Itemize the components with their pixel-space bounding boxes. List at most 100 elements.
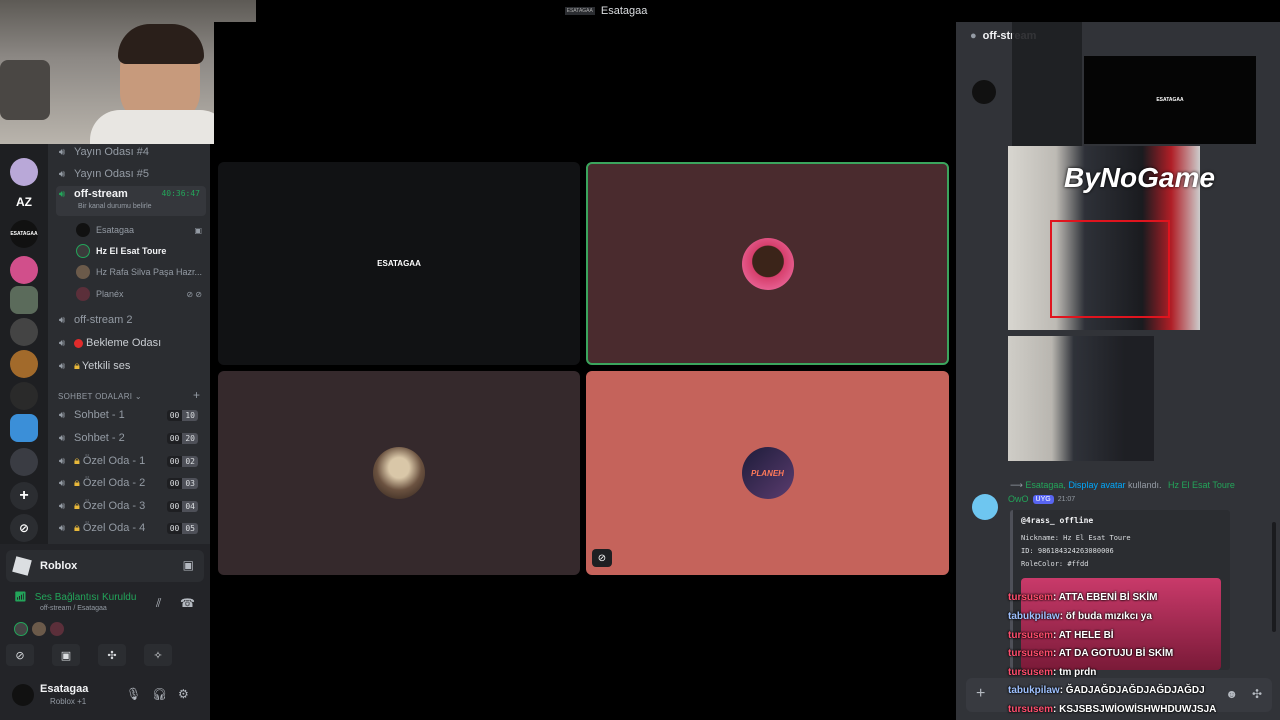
- tile-label: ESATAGAA: [377, 259, 421, 268]
- voice-status-label: Ses Bağlantısı Kuruldu: [34, 592, 137, 603]
- category-header[interactable]: SOHBET ODALARI ⌄: [58, 392, 142, 401]
- video-tile[interactable]: [218, 371, 580, 575]
- channel-label: Yetkili ses: [81, 360, 131, 372]
- speaker-icon: 🔊︎: [58, 477, 66, 489]
- server-icon[interactable]: [10, 382, 38, 410]
- voice-member[interactable]: Hz El Esat Toure: [76, 241, 206, 261]
- system-user[interactable]: Esatagaa,: [1025, 480, 1068, 490]
- server-icon[interactable]: [10, 414, 38, 442]
- video-tile-speaking[interactable]: [586, 162, 949, 365]
- channel-off-stream[interactable]: 🔊︎ off-stream 40:36:47 Bir kanal durumu …: [56, 186, 206, 216]
- voice-member[interactable]: Hz Rafa Silva Paşa Hazr...: [76, 262, 206, 282]
- room-label: Özel Oda - 2: [82, 477, 146, 489]
- server-icon[interactable]: [10, 256, 38, 284]
- room-sohbet-2[interactable]: 🔊︎ Sohbet - 2 00 20: [56, 428, 206, 448]
- room-ozel-1[interactable]: 🔊︎ 🔒︎ Özel Oda - 1 00 02: [56, 451, 206, 471]
- stream-chat-line: tursusem: ATTA EBENİ Bİ SKİM: [1008, 592, 1158, 603]
- user-counter: 00 03: [166, 477, 198, 489]
- camera-off-button[interactable]: ⊘: [6, 644, 34, 666]
- member-name: Planéx: [96, 289, 124, 299]
- apps-icon[interactable]: ✣: [1252, 687, 1262, 701]
- stream-chat-line: tabukpilaw: öf buda mızıkcı ya: [1008, 611, 1152, 622]
- noise-suppression-icon[interactable]: ⫽: [156, 596, 161, 611]
- embed-body: Nickname: Hz El Esat Toure ID: 986184324…: [1021, 532, 1131, 571]
- channel-label: Yayın Odası #4: [74, 146, 150, 158]
- room-sohbet-1[interactable]: 🔊︎ Sohbet - 1 00 10: [56, 405, 206, 425]
- server-az[interactable]: AZ: [10, 188, 38, 216]
- channel-yayin-5[interactable]: 🔊︎ Yayın Odası #5: [56, 164, 206, 184]
- channel-yetkili[interactable]: 🔊︎ 🔒︎ Yetkili ses: [56, 356, 206, 376]
- embed-line: ID: 986184324263080006: [1021, 547, 1114, 555]
- channel-timer: 40:36:47: [161, 189, 200, 198]
- titlebar-server-badge: ESATAGAA: [564, 7, 595, 15]
- speaker-icon: 🔊︎: [58, 409, 66, 421]
- soundboard-button[interactable]: ✧: [144, 644, 172, 666]
- discover-icon[interactable]: ⊘: [10, 514, 38, 542]
- channel-yayin-4[interactable]: 🔊︎ Yayın Odası #4: [56, 144, 206, 162]
- red-dot-icon: [74, 338, 83, 348]
- room-ozel-3[interactable]: 🔊︎ 🔒︎ Özel Oda - 3 00 04: [56, 496, 206, 516]
- server-icon[interactable]: [10, 286, 38, 314]
- channel-off-stream-2[interactable]: 🔊︎ off-stream 2: [56, 310, 206, 330]
- room-ozel-4[interactable]: 🔊︎ 🔒︎ Özel Oda - 4 00 05: [56, 518, 206, 538]
- server-esatagaa[interactable]: ESATAGAA: [10, 220, 38, 248]
- headphones-icon[interactable]: 🎧︎: [152, 687, 167, 701]
- disconnect-icon[interactable]: ☎︎: [180, 596, 195, 610]
- embed-title: @4rass_ offline: [1021, 516, 1094, 525]
- add-attachment-icon[interactable]: +: [976, 685, 985, 703]
- voice-controls: ⊘ ▣ ✣ ✧: [6, 644, 172, 666]
- avatar[interactable]: [972, 494, 998, 520]
- stream-chat-line: tursusem: KSJSBSJWİOWİSHWHDUWJSJA: [1008, 704, 1217, 715]
- activities-button[interactable]: ✣: [98, 644, 126, 666]
- voice-status[interactable]: 📶︎ Ses Bağlantısı Kuruldu: [14, 592, 136, 603]
- screen-share-icon[interactable]: ▣: [183, 558, 194, 572]
- avatar[interactable]: [12, 684, 34, 706]
- gear-icon[interactable]: ⚙: [178, 687, 189, 701]
- system-text: kullandı.: [1125, 480, 1162, 490]
- activity-card[interactable]: Roblox ▣: [6, 550, 204, 582]
- video-tile[interactable]: ESATAGAA: [218, 162, 580, 365]
- server-rail: AZ ESATAGAA + ⊘: [0, 144, 48, 544]
- activity-app: Roblox: [40, 560, 78, 572]
- speaker-icon: 🔊︎: [58, 500, 66, 512]
- microphone-icon[interactable]: 🎙︎: [126, 687, 141, 701]
- add-channel-icon[interactable]: +: [193, 388, 200, 402]
- server-icon[interactable]: [10, 350, 38, 378]
- scrollbar[interactable]: [1272, 522, 1276, 632]
- bot-tag: UYG: [1032, 494, 1054, 504]
- server-icon[interactable]: [10, 158, 38, 186]
- voice-participants: [14, 622, 64, 636]
- tile-label: PLANEH: [751, 468, 784, 478]
- embed-line: RoleColor: #ffdd: [1021, 560, 1089, 568]
- system-target[interactable]: Hz El Esat Toure: [1168, 480, 1235, 490]
- speaker-icon: 🔊︎: [58, 146, 66, 158]
- muted-icon: ⊘ ⊘: [186, 289, 202, 299]
- room-ozel-2[interactable]: 🔊︎ 🔒︎ Özel Oda - 2 00 03: [56, 473, 206, 493]
- overlay-logo: ByNoGame: [1064, 162, 1215, 193]
- system-link[interactable]: Display avatar: [1068, 480, 1125, 490]
- user-name[interactable]: Esatagaa: [40, 683, 88, 695]
- image-attachment[interactable]: [1008, 336, 1154, 461]
- voice-channel[interactable]: off-stream / Esatagaa: [40, 605, 107, 612]
- channel-label: Yayın Odası #5: [74, 168, 150, 180]
- bot-name[interactable]: OwO: [1008, 494, 1029, 504]
- preview-label: ESATAGAA: [1156, 97, 1184, 103]
- video-tile[interactable]: PLANEH ⊘: [586, 371, 949, 575]
- server-icon[interactable]: [10, 318, 38, 346]
- avatar: [373, 447, 425, 499]
- avatar: [76, 265, 90, 279]
- channel-status[interactable]: Bir kanal durumu belirle: [78, 203, 152, 210]
- user-counter: 00 02: [166, 455, 198, 467]
- text-chat-panel: ● off-stream ESATAGAA ByNoGame ⟶ Esataga…: [956, 22, 1280, 720]
- stream-chat-line: tursusem: AT DA GOTUJU Bİ SKİM: [1008, 648, 1174, 659]
- system-message: ⟶ Esatagaa, Display avatar kullandı. Hz …: [1010, 480, 1235, 491]
- voice-member[interactable]: Esatagaa ▣: [76, 220, 206, 240]
- emoji-icon[interactable]: ☻: [1225, 687, 1238, 701]
- channel-bekleme[interactable]: 🔊︎ Bekleme Odası: [56, 333, 206, 353]
- avatar: [972, 80, 996, 104]
- user-counter: 00 05: [166, 522, 198, 534]
- server-icon[interactable]: [10, 448, 38, 476]
- screen-share-button[interactable]: ▣: [52, 644, 80, 666]
- voice-member[interactable]: Planéx ⊘ ⊘: [76, 284, 206, 304]
- add-server-icon[interactable]: +: [10, 482, 38, 510]
